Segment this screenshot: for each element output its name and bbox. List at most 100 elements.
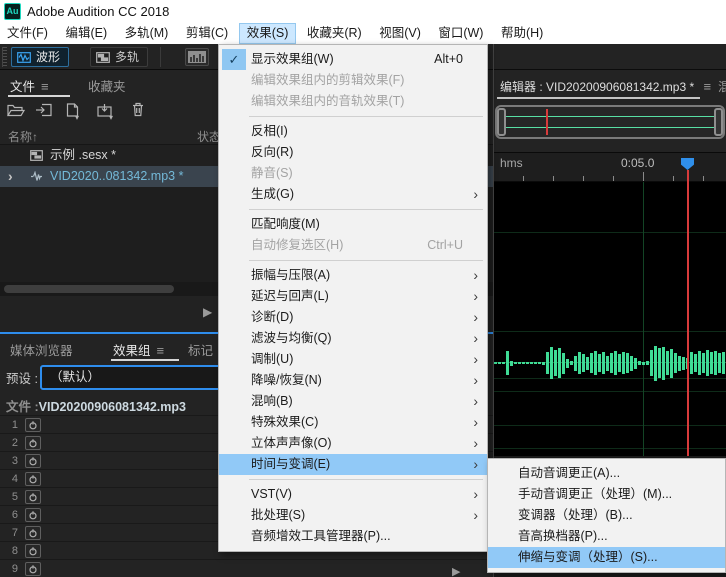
timeline-major-tick [643, 172, 644, 181]
overview-left-handle[interactable] [497, 108, 506, 136]
menu-item-edit-track-effects[interactable]: 编辑效果组内的音轨效果(T) [219, 91, 487, 112]
menu-item-special-effects[interactable]: 特殊效果(C) › [219, 412, 487, 433]
overview-right-handle[interactable] [714, 108, 723, 136]
menu-item-generate[interactable]: 生成(G) › [219, 184, 487, 205]
menu-item-audio-plugin-manager[interactable]: 音频增效工具管理器(P)... [219, 526, 487, 547]
waveform-bar [566, 358, 569, 368]
title-bar: Au Adobe Audition CC 2018 [0, 0, 726, 23]
submenu-item-manual-pitch-correct[interactable]: 手动音调更正（处理）(M)... [488, 484, 725, 505]
rack-play-button[interactable]: ▶ [452, 565, 460, 577]
power-button[interactable] [25, 490, 41, 504]
menu-item-time-and-pitch[interactable]: 时间与变调(E) › [219, 454, 487, 475]
menubar-item-window[interactable]: 窗口(W) [431, 23, 490, 44]
waveform-canvas [494, 340, 726, 386]
menu-item-noise-reduction[interactable]: 降噪/恢复(N) › [219, 370, 487, 391]
menu-item-diagnostics[interactable]: 诊断(D) › [219, 307, 487, 328]
menubar-item-help[interactable]: 帮助(H) [494, 23, 550, 44]
menubar-item-multitrack[interactable]: 多轨(M) [118, 23, 176, 44]
menubar-item-effects[interactable]: 效果(S) [238, 23, 297, 44]
menu-item-match-loudness[interactable]: 匹配响度(M) [219, 214, 487, 235]
overview-playhead[interactable] [546, 109, 548, 135]
menu-item-batch-process[interactable]: 批处理(S) › [219, 505, 487, 526]
waveform-mode-button[interactable]: 波形 [11, 47, 70, 67]
waveform-icon [17, 52, 31, 63]
tab-mixer-partial[interactable]: 混 [718, 78, 726, 95]
menu-item-delay-echo[interactable]: 延迟与回声(L) › [219, 286, 487, 307]
waveform-bar [682, 356, 685, 370]
menu-item-invert[interactable]: 反相(I) [219, 121, 487, 142]
menu-item-edit-clip-effects[interactable]: 编辑效果组内的剪辑效果(F) [219, 70, 487, 91]
submenu-item-pitch-shifter[interactable]: 音高换档器(P)... [488, 526, 725, 547]
menubar-item-edit[interactable]: 编辑(E) [58, 23, 114, 44]
effects-menu: ✓ 显示效果组(W) Alt+0 编辑效果组内的剪辑效果(F) 编辑效果组内的音… [218, 44, 488, 552]
scrollbar-thumb[interactable] [4, 285, 174, 293]
panel-menu-icon[interactable]: ≡ [703, 79, 711, 94]
menu-item-vst[interactable]: VST(V) › [219, 484, 487, 505]
waveform-bar [578, 352, 581, 374]
tab-effects-rack-underline [111, 359, 179, 361]
multitrack-mode-label: 多轨 [115, 50, 140, 64]
power-button[interactable] [25, 544, 41, 558]
submenu-item-pitch-bender[interactable]: 变调器（处理）(B)... [488, 505, 725, 526]
menu-item-auto-heal-selection[interactable]: 自动修复选区(H) Ctrl+U [219, 235, 487, 256]
spectral-display-button[interactable] [185, 48, 209, 66]
timeline-ruler[interactable]: hms 0:05.0 [494, 152, 726, 182]
delete-button[interactable] [126, 101, 150, 121]
menu-item-reverb[interactable]: 混响(B) › [219, 391, 487, 412]
waveform-bar [634, 357, 637, 369]
tab-files[interactable]: 文件 ≡ [10, 76, 49, 95]
play-button[interactable]: ▶ [203, 305, 212, 319]
tab-effects-rack[interactable]: 效果组 ≡ [113, 340, 164, 359]
menubar-item-file[interactable]: 文件(F) [0, 23, 55, 44]
tab-markers[interactable]: 标记 [188, 340, 213, 359]
submenu-item-auto-pitch-correct[interactable]: 自动音调更正(A)... [488, 463, 725, 484]
menu-item-reverse[interactable]: 反向(R) [219, 142, 487, 163]
panel-menu-icon[interactable]: ≡ [41, 79, 49, 94]
slot-number: 9 [11, 563, 18, 575]
waveform-bar [602, 352, 605, 374]
panel-menu-icon[interactable]: ≡ [157, 343, 165, 358]
open-file-button[interactable] [4, 101, 28, 121]
power-button[interactable] [25, 418, 41, 432]
power-button[interactable] [25, 472, 41, 486]
new-item-button[interactable]: ▾ [60, 101, 84, 122]
menu-item-stereo-imagery[interactable]: 立体声声像(O) › [219, 433, 487, 454]
submenu-item-stretch-and-pitch[interactable]: 伸缩与变调（处理）(S)... [488, 547, 725, 568]
column-name[interactable]: 名称↑ [8, 128, 38, 145]
submenu-arrow-icon: › [473, 507, 478, 523]
toolbar-separator [160, 47, 161, 67]
menu-item-amplitude-compression[interactable]: 振幅与压限(A) › [219, 265, 487, 286]
waveform-bar [626, 353, 629, 373]
menubar-item-view[interactable]: 视图(V) [372, 23, 428, 44]
waveform-bar [706, 350, 709, 376]
menu-separator [249, 260, 483, 261]
power-button[interactable] [25, 436, 41, 450]
menubar-item-favorites[interactable]: 收藏夹(R) [300, 23, 369, 44]
sort-up-icon: ↑ [32, 130, 39, 144]
menu-item-silence[interactable]: 静音(S) [219, 163, 487, 184]
import-file-button[interactable] [32, 101, 56, 121]
effect-slot-row[interactable]: 9 [0, 559, 493, 577]
tab-files-underline [8, 95, 70, 97]
dropdown-caret-icon: ▾ [109, 113, 114, 122]
multitrack-mode-button[interactable]: 多轨 [90, 47, 149, 67]
power-button[interactable] [25, 454, 41, 468]
menu-item-filter-eq[interactable]: 滤波与均衡(Q) › [219, 328, 487, 349]
waveform-display[interactable] [494, 182, 726, 456]
waveform-bar [678, 355, 681, 371]
menu-item-modulation[interactable]: 调制(U) › [219, 349, 487, 370]
tab-media-browser[interactable]: 媒体浏览器 [10, 340, 73, 359]
power-button[interactable] [25, 526, 41, 540]
power-button[interactable] [25, 508, 41, 522]
expand-chevron-icon[interactable]: › [8, 166, 13, 187]
tab-favorites[interactable]: 收藏夹 [88, 76, 126, 95]
toolbar-grip[interactable] [2, 47, 7, 67]
zoom-overview-strip[interactable] [495, 105, 725, 139]
insert-into-multitrack-button[interactable]: ▾ [92, 101, 116, 122]
menu-item-show-effects-rack[interactable]: ✓ 显示效果组(W) Alt+0 [219, 49, 487, 70]
tab-editor-underline [497, 97, 700, 99]
power-button[interactable] [25, 562, 41, 576]
waveform-bar [670, 348, 673, 378]
menubar-item-clip[interactable]: 剪辑(C) [179, 23, 235, 44]
tab-editor[interactable]: 编辑器 : VID20200906081342.mp3 * ≡ [500, 78, 711, 95]
